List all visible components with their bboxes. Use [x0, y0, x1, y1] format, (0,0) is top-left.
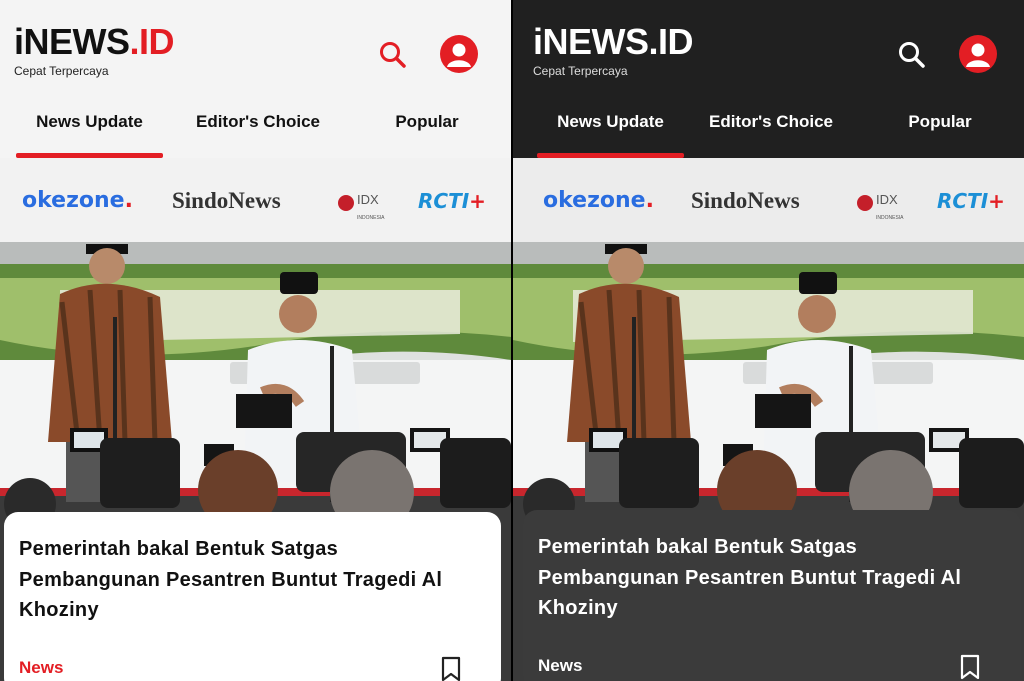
idx-subtext: INDONESIA	[876, 215, 904, 221]
inews-logo[interactable]: iNEWS.ID	[14, 21, 175, 62]
search-icon[interactable]	[895, 38, 929, 72]
rcti-text: RCTI	[937, 189, 989, 213]
logo-suffix: .ID	[648, 21, 694, 62]
article-card[interactable]: Pemerintah bakal Bentuk Satgas Pembangun…	[523, 510, 1021, 681]
inews-logo-dark[interactable]: iNEWS.ID	[533, 21, 694, 62]
tab-editors-choice[interactable]: Editor's Choice	[693, 100, 849, 144]
tab-bar: News Update Editor's Choice Popular	[0, 100, 511, 158]
logo-text: iNEWS	[14, 21, 130, 62]
article-title[interactable]: Pemerintah bakal Bentuk Satgas Pembangun…	[19, 534, 479, 626]
idx-text: IDX	[876, 192, 898, 207]
logo-text: iNEWS	[533, 21, 649, 62]
sindonews-logo[interactable]: SindoNews	[691, 186, 800, 216]
sindonews-logo[interactable]: SindoNews	[172, 186, 281, 216]
idx-logo[interactable]: IDX INDONESIA	[857, 188, 904, 221]
okezone-dot: .	[124, 188, 133, 213]
okezone-text: okezone	[543, 188, 646, 213]
rcti-plus-sign: +	[988, 189, 1005, 213]
partner-logos-bar: okezone. SindoNews IDX INDONESIA RCTI+	[0, 158, 511, 242]
tab-popular[interactable]: Popular	[873, 100, 1007, 144]
bookmark-icon[interactable]	[959, 654, 981, 680]
app-header: iNEWS.ID Cepat Terpercaya News Update Ed…	[0, 0, 511, 158]
tagline-dark: Cepat Terpercaya	[533, 64, 628, 78]
idx-emblem-icon	[857, 195, 873, 211]
article-category[interactable]: News	[538, 656, 582, 676]
tab-popular[interactable]: Popular	[360, 100, 494, 144]
okezone-logo[interactable]: okezone.	[543, 186, 654, 216]
user-circle-icon[interactable]	[959, 35, 997, 73]
bookmark-icon[interactable]	[440, 656, 462, 681]
tagline: Cepat Terpercaya	[14, 64, 109, 78]
tab-bar-dark: News Update Editor's Choice Popular	[513, 100, 1024, 158]
okezone-dot: .	[645, 188, 654, 213]
search-icon[interactable]	[376, 38, 410, 72]
partner-logos-bar-dark: okezone. SindoNews IDX INDONESIA RCTI+	[513, 158, 1024, 242]
rcti-plus-sign: +	[469, 189, 486, 213]
rcti-text: RCTI	[418, 189, 470, 213]
light-theme-screen: iNEWS.ID Cepat Terpercaya News Update Ed…	[0, 0, 511, 681]
article-card[interactable]: Pemerintah bakal Bentuk Satgas Pembangun…	[4, 512, 501, 681]
idx-subtext: INDONESIA	[357, 215, 385, 221]
okezone-logo[interactable]: okezone.	[22, 186, 133, 216]
rcti-plus-logo[interactable]: RCTI+	[937, 186, 1005, 216]
article-title[interactable]: Pemerintah bakal Bentuk Satgas Pembangun…	[538, 532, 998, 624]
rcti-plus-logo[interactable]: RCTI+	[418, 186, 486, 216]
dark-theme-screen: iNEWS.ID Cepat Terpercaya News Update Ed…	[513, 0, 1024, 681]
okezone-text: okezone	[22, 188, 125, 213]
logo-suffix: .ID	[129, 21, 175, 62]
idx-logo[interactable]: IDX INDONESIA	[338, 188, 385, 221]
tab-news-update[interactable]: News Update	[16, 100, 163, 144]
idx-emblem-icon	[338, 195, 354, 211]
article-category[interactable]: News	[19, 658, 63, 678]
tab-editors-choice[interactable]: Editor's Choice	[180, 100, 336, 144]
user-circle-icon[interactable]	[440, 35, 478, 73]
idx-text: IDX	[357, 192, 379, 207]
app-header-dark: iNEWS.ID Cepat Terpercaya News Update Ed…	[513, 0, 1024, 158]
tab-news-update[interactable]: News Update	[537, 100, 684, 144]
